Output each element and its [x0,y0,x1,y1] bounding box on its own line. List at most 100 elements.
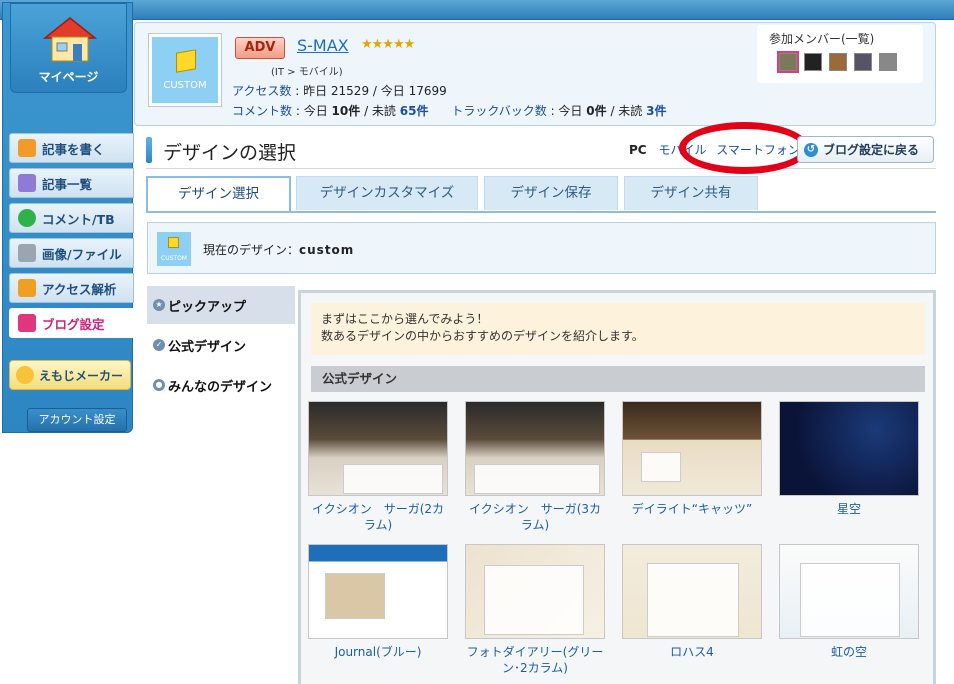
comment-count-link[interactable]: コメント数 [232,104,292,118]
smiley-icon [16,366,34,384]
trackback-today-label: : 今日 [550,104,583,118]
tab-design-select[interactable]: デザイン選択 [146,176,291,213]
design-card[interactable]: フォトダイアリー(グリーン･2カラム) [465,544,605,676]
blog-header: CUSTOM ADV S-MAX ★★★★★ (IT > モバイル) アクセス数… [134,22,936,126]
sidebar-item-label: ブログ設定 [42,316,105,332]
tab-design-share[interactable]: デザイン共有 [624,176,758,210]
sidebar-item-label: 記事一覧 [42,176,93,192]
top-bar [0,0,954,20]
design-card[interactable]: 星空 [779,401,919,517]
sidebar-item-articles[interactable]: 記事一覧 [9,168,134,198]
design-name[interactable]: ロハス4 [622,644,762,660]
account-settings-button[interactable]: アカウント設定 [27,408,127,432]
divider [146,168,936,169]
sidebar-item-images[interactable]: 画像/ファイル [9,238,134,268]
sidebar-item-label: 画像/ファイル [42,246,122,262]
trackback-today-value: 0件 [586,104,607,118]
sidebar-item-label: アクセス解析 [42,281,117,297]
back-button-label: ブログ設定に戻る [823,143,920,157]
back-arrow-icon: ↺ [804,142,818,157]
access-stats: アクセス数 : 昨日 21529 / 今日 17699 [232,82,447,99]
intro-line1: まずはここから選んでみよう！ [321,312,489,326]
design-thumbnail[interactable] [308,401,448,496]
members-box: 参加メンバー(一覧) [757,25,923,83]
intro-line2: 数あるデザインの中からおすすめのデザインを紹介します。 [321,329,644,343]
emoji-maker-label: えもじメーカー [39,368,124,383]
nav-label: ピックアップ [168,299,247,315]
avatar[interactable] [777,51,799,73]
design-card[interactable]: イクシオン サーガ(3カラム) [465,401,605,533]
comment-unread-link[interactable]: 65件 [400,104,429,118]
nav-label: みんなのデザイン [168,379,273,395]
nav-pickup[interactable]: ★ ピックアップ [147,286,295,324]
wrench-icon [18,314,36,332]
image-icon [18,244,36,262]
design-thumbnail[interactable] [465,544,605,639]
design-card[interactable]: ロハス4 [622,544,762,660]
tab-design-save[interactable]: デザイン保存 [484,176,618,210]
bar-chart-icon [18,279,36,297]
speech-bubble-icon [18,209,36,227]
sidebar-item-analytics[interactable]: アクセス解析 [9,273,134,303]
trackback-unread-label: / 未読 [610,104,643,118]
design-card[interactable]: イクシオン サーガ(2カラム) [308,401,448,533]
mypage-button[interactable]: マイページ [10,3,127,93]
red-highlight-circle [679,122,809,174]
current-design-thumbnail: CUSTOM [157,232,191,266]
nav-user-designs[interactable]: ● みんなのデザイン [147,366,295,404]
sidebar-item-blog-settings[interactable]: ブログ設定 [9,308,134,338]
category-label[interactable]: (IT > モバイル) [271,63,343,78]
document-icon [18,174,36,192]
avatar[interactable] [879,53,897,71]
design-thumbnail[interactable] [779,544,919,639]
design-thumbnail[interactable] [622,401,762,496]
mode-pc: PC [629,143,647,157]
design-thumbnail[interactable] [779,401,919,496]
sidebar: マイページ 記事を書く 記事一覧 コメント/TB 画像/ファイル アクセス解析 … [2,2,134,433]
design-thumbnail[interactable] [622,544,762,639]
design-category-nav: ★ ピックアップ ✓ 公式デザイン ● みんなのデザイン [147,286,295,684]
current-design-caption: 現在のデザイン： [203,243,300,257]
current-design-value: custom [299,243,355,257]
trackback-count-link[interactable]: トラックバック数 [451,104,546,118]
intro-box: まずはここから選んでみよう！ 数あるデザインの中からおすすめのデザインを紹介しま… [311,303,925,355]
design-name[interactable]: デイライト“キャッツ” [622,501,762,517]
design-thumbnail[interactable] [308,544,448,639]
sidebar-item-label: 記事を書く [42,141,105,157]
avatar[interactable] [829,53,847,71]
access-count-link[interactable]: アクセス数 [232,84,291,98]
current-thumb-text: CUSTOM [161,255,187,262]
sidebar-item-write[interactable]: 記事を書く [9,133,134,163]
design-name[interactable]: 虹の空 [779,644,919,660]
current-design-panel: CUSTOM 現在のデザイン：custom [147,222,936,274]
design-thumbnail[interactable] [465,401,605,496]
trackback-unread-link[interactable]: 3件 [646,104,666,118]
back-to-blog-settings-button[interactable]: ↺ ブログ設定に戻る [797,136,934,163]
blog-name-link[interactable]: S-MAX [297,36,349,55]
blog-thumbnail[interactable]: CUSTOM [148,33,222,107]
design-name[interactable]: 星空 [779,501,919,517]
section-heading: 公式デザイン [311,366,925,392]
sidebar-item-label: コメント/TB [42,211,115,227]
avatar[interactable] [804,53,822,71]
cube-icon [168,237,179,248]
avatar[interactable] [854,53,872,71]
nav-official-designs[interactable]: ✓ 公式デザイン [147,326,295,364]
tab-design-customize[interactable]: デザインカスタマイズ [296,176,478,210]
mypage-label: マイページ [38,70,99,84]
design-name[interactable]: Journal(ブルー) [308,644,448,660]
design-name[interactable]: イクシオン サーガ(3カラム) [465,501,605,533]
thumb-text: CUSTOM [163,80,207,91]
star-icon: ★ [153,299,165,311]
design-card[interactable]: 虹の空 [779,544,919,660]
sidebar-item-comments[interactable]: コメント/TB [9,203,134,233]
design-card[interactable]: Journal(ブルー) [308,544,448,660]
design-name[interactable]: イクシオン サーガ(2カラム) [308,501,448,533]
design-name[interactable]: フォトダイアリー(グリーン･2カラム) [465,644,605,676]
design-card[interactable]: デイライト“キャッツ” [622,401,762,517]
title-accent [146,137,152,163]
comment-unread-label: / 未読 [364,104,396,118]
members-title[interactable]: 参加メンバー(一覧) [769,30,911,47]
emoji-maker-button[interactable]: えもじメーカー [9,360,131,390]
comment-today-value: 10件 [331,104,361,118]
